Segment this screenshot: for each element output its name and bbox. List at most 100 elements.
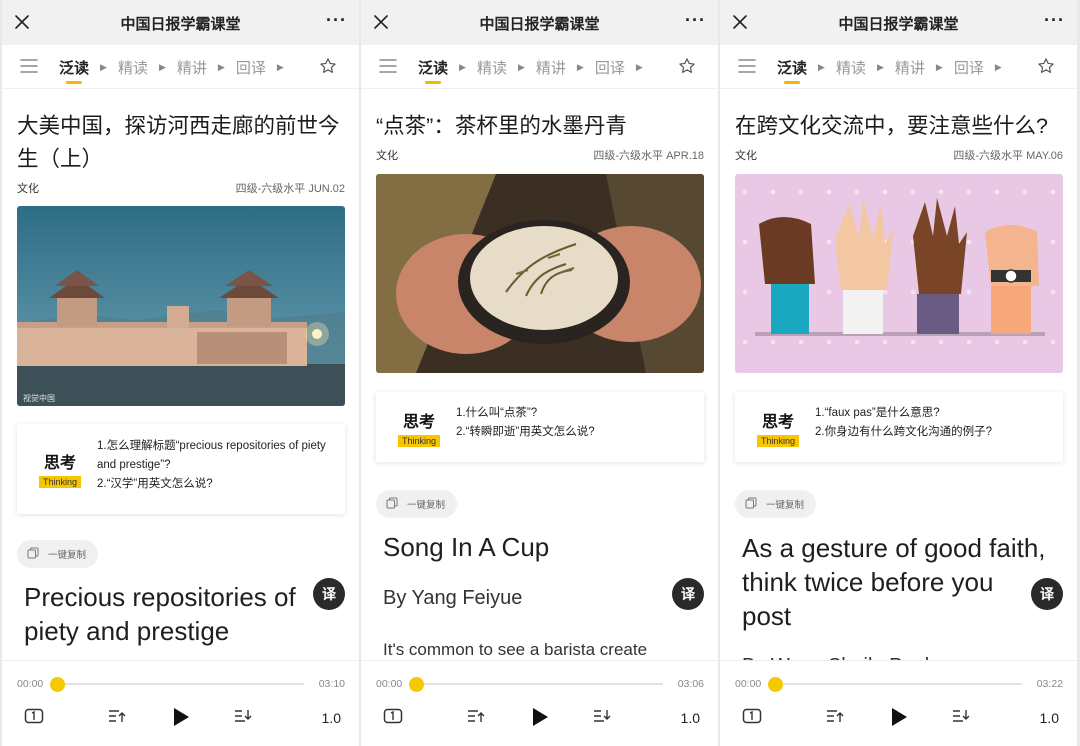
tab-separator-icon: ▶ xyxy=(276,62,284,72)
thinking-badge: 思考 Thinking xyxy=(39,449,82,488)
article-panel: 中国日报学霸课堂 ··· 泛读 ▶ 精读 ▶ 精讲 ▶ 回译 ▶ 在跨文化交流中，要注意些什么… xyxy=(720,0,1077,746)
tab-separator-icon: ▶ xyxy=(576,62,584,72)
thinking-en: Thinking xyxy=(757,435,800,447)
star-icon[interactable] xyxy=(678,57,696,75)
more-icon[interactable]: ··· xyxy=(326,10,347,31)
tab-0[interactable]: 泛读 xyxy=(59,57,89,84)
thinking-badge: 思考 Thinking xyxy=(398,408,441,447)
thinking-badge: 思考 Thinking xyxy=(757,408,800,447)
article-photo xyxy=(735,174,1063,373)
tab-separator-icon: ▶ xyxy=(876,62,884,72)
playlist-forward-icon[interactable] xyxy=(593,708,611,729)
playlist-forward-icon[interactable] xyxy=(234,708,252,729)
thinking-zh: 思考 xyxy=(403,414,436,431)
tab-3[interactable]: 回译 xyxy=(236,57,266,78)
app-title: 中国日报学霸课堂 xyxy=(479,16,600,33)
title-bar: 中国日报学霸课堂 ··· xyxy=(361,0,718,45)
copy-icon xyxy=(27,547,48,562)
title-bar: 中国日报学霸课堂 ··· xyxy=(720,0,1077,45)
article-title: Precious repositories of piety and prest… xyxy=(24,582,296,646)
more-icon[interactable]: ··· xyxy=(685,10,706,31)
thinking-en: Thinking xyxy=(398,435,441,447)
level-date-label: 四级-六级水平 JUN.02 xyxy=(235,183,345,195)
progress-knob[interactable] xyxy=(409,677,424,692)
playlist-forward-icon[interactable] xyxy=(952,708,970,729)
progress-knob[interactable] xyxy=(768,677,783,692)
tab-3[interactable]: 回译 xyxy=(595,57,625,78)
progress-knob[interactable] xyxy=(50,677,65,692)
play-icon[interactable] xyxy=(890,707,908,732)
progress-track[interactable] xyxy=(58,683,304,685)
tab-0[interactable]: 泛读 xyxy=(418,57,448,84)
app-title: 中国日报学霸课堂 xyxy=(120,16,241,33)
star-icon[interactable] xyxy=(1037,57,1055,75)
headline: 大美中国，探访河西走廊的前世今生（上） xyxy=(17,114,340,171)
copy-label: 一键复制 xyxy=(48,550,87,561)
total-time: 03:22 xyxy=(1036,678,1063,690)
tab-1[interactable]: 精读 xyxy=(836,57,866,78)
article-body: It's common to see a barista create xyxy=(383,640,648,659)
headline: “点茶”：茶杯里的水墨丹青 xyxy=(376,114,627,138)
app-title: 中国日报学霸课堂 xyxy=(838,16,959,33)
playlist-back-icon[interactable] xyxy=(826,708,844,729)
copy-icon xyxy=(745,497,766,512)
reading-tabs: 泛读 ▶ 精读 ▶ 精讲 ▶ 回译 ▶ xyxy=(59,57,295,84)
tab-1[interactable]: 精读 xyxy=(477,57,507,78)
current-time: 00:00 xyxy=(17,678,44,690)
tab-separator-icon: ▶ xyxy=(635,62,643,72)
thinking-card: 思考 Thinking 1.“faux pas”是什么意思? 2.你身边有什么跨文… xyxy=(735,392,1063,462)
tab-bar: 泛读 ▶ 精读 ▶ 精讲 ▶ 回译 ▶ xyxy=(361,45,718,89)
thinking-question: 1.什么叫“点茶”? xyxy=(456,407,538,419)
menu-icon[interactable] xyxy=(379,58,397,74)
speed-button[interactable]: 1.0 xyxy=(1040,710,1059,726)
category-label: 文化 xyxy=(376,150,398,162)
article-title: Song In A Cup xyxy=(383,532,550,562)
audio-player: 00:00 03:10 1.0 xyxy=(2,660,359,746)
play-icon[interactable] xyxy=(531,707,549,732)
copy-all-button[interactable]: 一键复制 xyxy=(376,490,458,518)
play-icon[interactable] xyxy=(172,707,190,732)
tab-bar: 泛读 ▶ 精读 ▶ 精讲 ▶ 回译 ▶ xyxy=(720,45,1077,89)
subtitle-icon[interactable] xyxy=(383,708,403,729)
progress-track[interactable] xyxy=(417,683,663,685)
thinking-question: 2.“汉学”用英文怎么说? xyxy=(97,478,213,490)
more-icon[interactable]: ··· xyxy=(1044,10,1065,31)
tab-2[interactable]: 精讲 xyxy=(536,57,566,78)
audio-player: 00:00 03:06 1.0 xyxy=(361,660,718,746)
article-photo: 视觉中国 xyxy=(17,206,345,406)
playlist-back-icon[interactable] xyxy=(467,708,485,729)
progress-track[interactable] xyxy=(776,683,1022,685)
title-bar: 中国日报学霸课堂 ··· xyxy=(2,0,359,45)
thinking-card: 思考 Thinking 1.怎么理解标题“precious repositori… xyxy=(17,424,345,514)
tab-1[interactable]: 精读 xyxy=(118,57,148,78)
speed-button[interactable]: 1.0 xyxy=(681,710,700,726)
copy-all-button[interactable]: 一键复制 xyxy=(17,540,99,568)
level-date-label: 四级-六级水平 MAY.06 xyxy=(953,150,1063,162)
tab-2[interactable]: 精讲 xyxy=(177,57,207,78)
tab-3[interactable]: 回译 xyxy=(954,57,984,78)
star-icon[interactable] xyxy=(319,57,337,75)
translate-button[interactable]: 译 xyxy=(672,578,704,610)
thinking-question: 2.你身边有什么跨文化沟通的例子? xyxy=(815,426,992,438)
thinking-en: Thinking xyxy=(39,476,82,488)
tab-0[interactable]: 泛读 xyxy=(777,57,807,84)
copy-all-button[interactable]: 一键复制 xyxy=(735,490,817,518)
menu-icon[interactable] xyxy=(738,58,756,74)
playlist-back-icon[interactable] xyxy=(108,708,126,729)
tab-separator-icon: ▶ xyxy=(517,62,525,72)
speed-button[interactable]: 1.0 xyxy=(322,710,341,726)
tab-separator-icon: ▶ xyxy=(935,62,943,72)
tab-2[interactable]: 精讲 xyxy=(895,57,925,78)
translate-button[interactable]: 译 xyxy=(1031,578,1063,610)
translate-button[interactable]: 译 xyxy=(313,578,345,610)
subtitle-icon[interactable] xyxy=(24,708,44,729)
tab-separator-icon: ▶ xyxy=(217,62,225,72)
thinking-question: 1.怎么理解标题“precious repositories of piety … xyxy=(97,440,326,471)
thinking-questions: 1.怎么理解标题“precious repositories of piety … xyxy=(97,437,335,494)
tab-separator-icon: ▶ xyxy=(994,62,1002,72)
tab-separator-icon: ▶ xyxy=(100,62,107,72)
photo-credit: 视觉中国 xyxy=(23,394,55,403)
subtitle-icon[interactable] xyxy=(742,708,762,729)
menu-icon[interactable] xyxy=(20,58,38,74)
thinking-card: 思考 Thinking 1.什么叫“点茶”? 2.“转瞬即逝”用英文怎么说? xyxy=(376,392,704,462)
